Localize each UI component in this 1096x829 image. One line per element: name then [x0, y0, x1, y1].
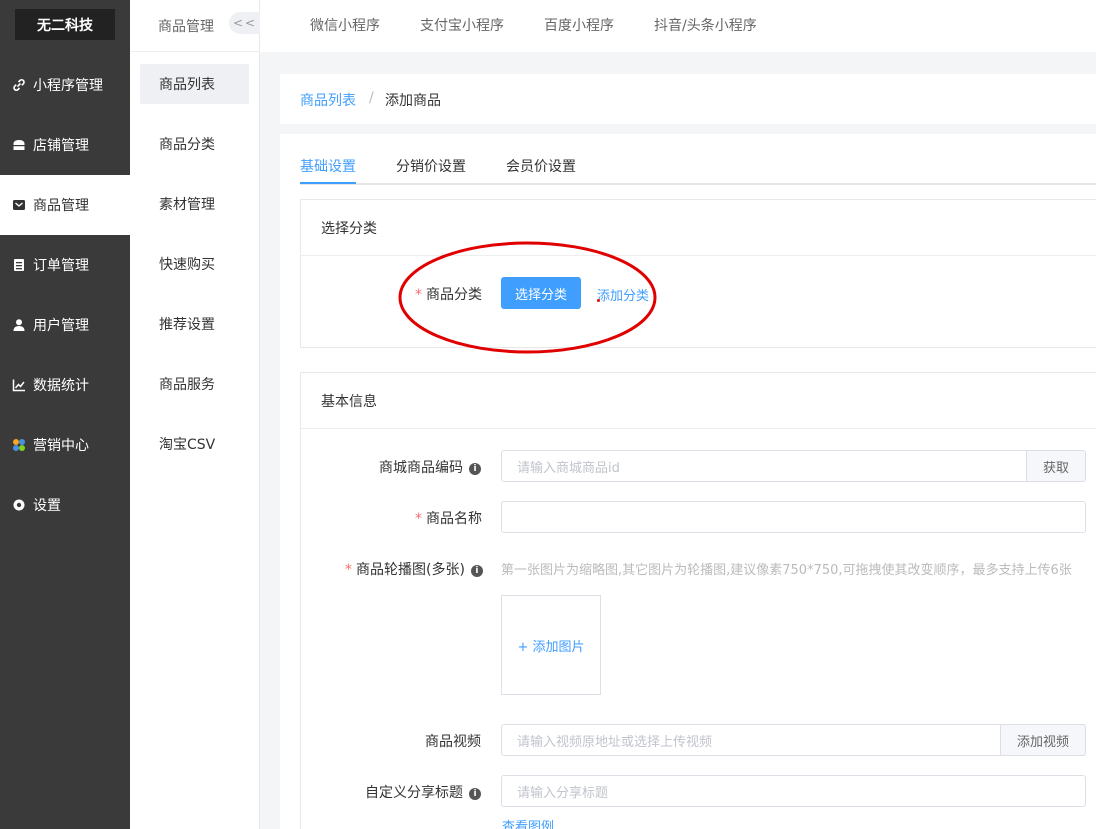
goods-icon	[12, 198, 26, 212]
category-card: 选择分类	[300, 199, 1096, 348]
carousel-label: * 商品轮播图(多张) i	[345, 559, 483, 579]
sidebar-item-label: 商品管理	[33, 198, 89, 214]
subnav-materials[interactable]: 素材管理	[140, 184, 249, 224]
info-icon[interactable]: i	[469, 788, 481, 800]
settings-tabs: 基础设置 分销价设置 会员价设置	[300, 134, 1096, 185]
gear-icon	[12, 498, 26, 512]
sidebar-item-orders[interactable]: 订单管理	[0, 235, 130, 295]
sidebar-item-settings[interactable]: 设置	[0, 475, 130, 535]
secondary-sidebar-title: 商品管理	[158, 19, 214, 35]
platform-tabbar: 微信小程序 支付宝小程序 百度小程序 抖音/头条小程序	[260, 0, 1096, 52]
sidebar-item-label: 设置	[33, 498, 61, 514]
fetch-button[interactable]: 获取	[1026, 450, 1086, 482]
sidebar-item-label: 店铺管理	[33, 138, 89, 154]
info-icon[interactable]: i	[470, 565, 483, 577]
sidebar-item-statistics[interactable]: 数据统计	[0, 355, 130, 415]
tab-member-price[interactable]: 会员价设置	[506, 156, 576, 176]
video-url-input[interactable]: 请输入视频原地址或选择上传视频	[501, 724, 1001, 756]
add-video-button[interactable]: 添加视频	[1000, 724, 1086, 756]
tab-basic-settings[interactable]: 基础设置	[300, 156, 356, 176]
carousel-hint: 第一张图片为缩略图,其它图片为轮播图,建议像素750*750,可拖拽使其改变顺序…	[501, 563, 1072, 578]
goods-name-label: * 商品名称	[415, 511, 482, 527]
brand-logo: 无二科技	[15, 9, 115, 40]
basic-info-card-title: 基本信息	[301, 373, 1096, 429]
tab-baidu[interactable]: 百度小程序	[544, 15, 614, 35]
view-example-link[interactable]: 查看图例	[502, 816, 554, 829]
active-tab-indicator	[300, 182, 356, 184]
add-image-button[interactable]: + 添加图片	[501, 595, 601, 695]
link-icon	[12, 78, 26, 92]
collapse-sidebar-button[interactable]: <<	[229, 12, 261, 34]
subnav-recommend[interactable]: 推荐设置	[140, 304, 249, 344]
secondary-sidebar: 商品管理 << 商品列表 商品分类 素材管理 快速购买 推荐设置 商品服务 淘宝…	[130, 0, 261, 829]
info-icon[interactable]: i	[469, 463, 481, 475]
sku-code-label: 商城商品编码 i	[379, 457, 481, 477]
breadcrumb-current: 添加商品	[385, 93, 441, 109]
sidebar-item-marketing[interactable]: 营销中心	[0, 415, 130, 475]
chart-icon	[12, 378, 26, 392]
tab-alipay[interactable]: 支付宝小程序	[420, 15, 504, 35]
subnav-taobao-csv[interactable]: 淘宝CSV	[140, 424, 249, 464]
share-title-input[interactable]: 请输入分享标题	[501, 775, 1086, 807]
sku-code-input[interactable]: 请输入商城商品id	[501, 450, 1027, 482]
category-field-label: * 商品分类	[415, 287, 482, 303]
subnav-quick-buy[interactable]: 快速购买	[140, 244, 249, 284]
tab-distribution-price[interactable]: 分销价设置	[396, 156, 466, 176]
breadcrumb-parent-link[interactable]: 商品列表	[300, 90, 356, 110]
share-title-label: 自定义分享标题 i	[365, 782, 481, 802]
breadcrumb: 商品列表 / 添加商品	[280, 74, 1096, 124]
tab-douyin[interactable]: 抖音/头条小程序	[654, 15, 757, 35]
category-card-title: 选择分类	[301, 200, 1096, 256]
select-category-button[interactable]: 选择分类	[501, 277, 581, 309]
breadcrumb-separator: /	[369, 90, 374, 106]
subnav-goods-service[interactable]: 商品服务	[140, 364, 249, 404]
sidebar-item-label: 小程序管理	[33, 78, 103, 94]
video-label: 商品视频	[425, 734, 481, 750]
marketing-icon	[12, 438, 26, 452]
sidebar-item-miniprogram[interactable]: 小程序管理	[0, 55, 130, 115]
user-icon	[12, 318, 26, 332]
subnav-goods-category[interactable]: 商品分类	[140, 124, 249, 164]
store-icon	[12, 138, 26, 152]
subnav-goods-list[interactable]: 商品列表	[140, 64, 249, 104]
sidebar-item-users[interactable]: 用户管理	[0, 295, 130, 355]
sidebar-item-label: 数据统计	[33, 378, 89, 394]
order-icon	[12, 258, 26, 272]
add-category-link[interactable]: 添加分类	[597, 285, 649, 304]
sidebar-item-store[interactable]: 店铺管理	[0, 115, 130, 175]
secondary-sidebar-header: 商品管理 <<	[130, 0, 261, 52]
goods-name-input[interactable]	[501, 501, 1086, 533]
basic-info-card: 基本信息	[300, 372, 1096, 829]
sidebar-item-label: 营销中心	[33, 438, 89, 454]
sidebar-item-goods[interactable]: 商品管理	[0, 175, 130, 235]
annotation-dot	[597, 299, 600, 302]
sidebar-item-label: 订单管理	[33, 258, 89, 274]
main-sidebar: 无二科技 小程序管理 店铺管理 商品管理 订单管理 用户管理 数据统计 营销中心…	[0, 0, 130, 829]
tab-wechat[interactable]: 微信小程序	[310, 15, 380, 35]
sidebar-item-label: 用户管理	[33, 318, 89, 334]
